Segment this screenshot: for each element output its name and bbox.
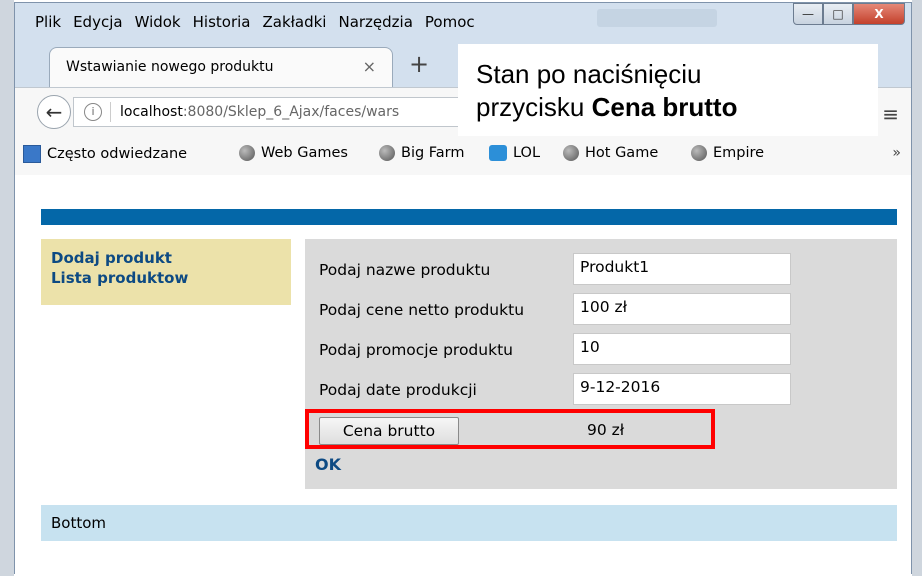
annotation-line-2: przycisku Cena brutto xyxy=(476,91,878,124)
window-controls: — □ X xyxy=(793,3,905,25)
url-path: :8080/Sklep_6_Ajax/faces/wars xyxy=(182,104,400,120)
ok-link[interactable]: OK xyxy=(315,455,341,474)
info-icon[interactable]: i xyxy=(84,103,102,121)
url-host: localhost xyxy=(120,104,183,120)
close-button[interactable]: X xyxy=(853,3,905,25)
bookmark-web-games[interactable]: Web Games xyxy=(239,145,348,161)
tab-active[interactable]: Wstawianie nowego produktu × xyxy=(49,47,393,87)
product-form: Podaj nazwe produktu Produkt1 Podaj cene… xyxy=(305,239,897,489)
menu: Plik Edycja Widok Historia Zakładki Narz… xyxy=(35,13,475,31)
label-promocja: Podaj promocje produktu xyxy=(319,341,513,359)
globe-icon xyxy=(691,145,707,161)
menu-edycja[interactable]: Edycja xyxy=(73,13,122,31)
bookmark-label: Empire xyxy=(713,145,765,161)
desktop-right xyxy=(912,0,922,576)
input-nazwa[interactable]: Produkt1 xyxy=(573,253,791,285)
menu-zakladki[interactable]: Zakładki xyxy=(262,13,326,31)
input-data[interactable]: 9-12-2016 xyxy=(573,373,791,405)
lol-icon xyxy=(489,145,507,161)
menu-pomoc[interactable]: Pomoc xyxy=(425,13,475,31)
globe-icon xyxy=(379,145,395,161)
bookmark-label: Często odwiedzane xyxy=(47,146,188,162)
tab-close-icon[interactable]: × xyxy=(363,57,376,76)
menu-bar: Plik Edycja Widok Historia Zakładki Narz… xyxy=(15,3,911,41)
bookmark-folder-icon xyxy=(23,145,41,163)
bookmark-hot-game[interactable]: Hot Game xyxy=(563,145,658,161)
background-window-title xyxy=(597,9,717,27)
desktop-left xyxy=(0,0,14,576)
annotation-line-1: Stan po naciśnięciu xyxy=(476,59,702,89)
annotation-prefix: przycisku xyxy=(476,92,592,122)
annotation-bold: Cena brutto xyxy=(591,92,738,122)
menu-narzedzia[interactable]: Narzędzia xyxy=(338,13,412,31)
bookmark-lol[interactable]: LOL xyxy=(489,145,540,161)
new-tab-button[interactable]: + xyxy=(409,50,429,78)
bookmark-czesto[interactable]: Często odwiedzane xyxy=(23,145,187,163)
label-nazwa: Podaj nazwe produktu xyxy=(319,261,491,279)
maximize-button[interactable]: □ xyxy=(823,3,853,25)
label-cena-netto: Podaj cene netto produktu xyxy=(319,301,525,319)
bookmark-label: Hot Game xyxy=(585,145,659,161)
highlight-box xyxy=(305,409,715,449)
minimize-button[interactable]: — xyxy=(793,3,823,25)
url-separator xyxy=(110,102,111,122)
input-cena-netto[interactable]: 100 zł xyxy=(573,293,791,325)
back-arrow-icon[interactable]: ← xyxy=(37,95,71,129)
link-lista-produktow[interactable]: Lista produktow xyxy=(51,269,188,287)
label-data: Podaj date produkcji xyxy=(319,381,477,399)
annotation-callout: Stan po naciśnięciu przycisku Cena brutt… xyxy=(458,44,878,136)
page-footer: Bottom xyxy=(41,505,897,541)
link-dodaj-produkt[interactable]: Dodaj produkt xyxy=(51,249,172,267)
menu-plik[interactable]: Plik xyxy=(35,13,61,31)
bookmark-empire[interactable]: Empire xyxy=(691,145,764,161)
menu-widok[interactable]: Widok xyxy=(135,13,181,31)
footer-text: Bottom xyxy=(51,514,107,532)
page-content: Dodaj produkt Lista produktow Podaj nazw… xyxy=(15,175,911,575)
bookmark-label: Web Games xyxy=(261,145,348,161)
url-text[interactable]: localhost:8080/Sklep_6_Ajax/faces/wars xyxy=(120,104,399,120)
page-header-bar xyxy=(41,209,897,225)
bookmark-label: LOL xyxy=(513,145,541,161)
menu-historia[interactable]: Historia xyxy=(193,13,251,31)
bookmark-big-farm[interactable]: Big Farm xyxy=(379,145,465,161)
bookmarks-overflow-icon[interactable]: » xyxy=(892,145,901,161)
input-promocja[interactable]: 10 xyxy=(573,333,791,365)
hamburger-menu-icon[interactable]: ≡ xyxy=(882,102,899,126)
page-sidebar: Dodaj produkt Lista produktow xyxy=(41,239,291,305)
bookmark-label: Big Farm xyxy=(401,145,465,161)
globe-icon xyxy=(563,145,579,161)
bookmarks-bar: Często odwiedzane Web Games Big Farm LOL… xyxy=(15,135,911,176)
globe-icon xyxy=(239,145,255,161)
tab-title: Wstawianie nowego produktu xyxy=(66,59,274,75)
